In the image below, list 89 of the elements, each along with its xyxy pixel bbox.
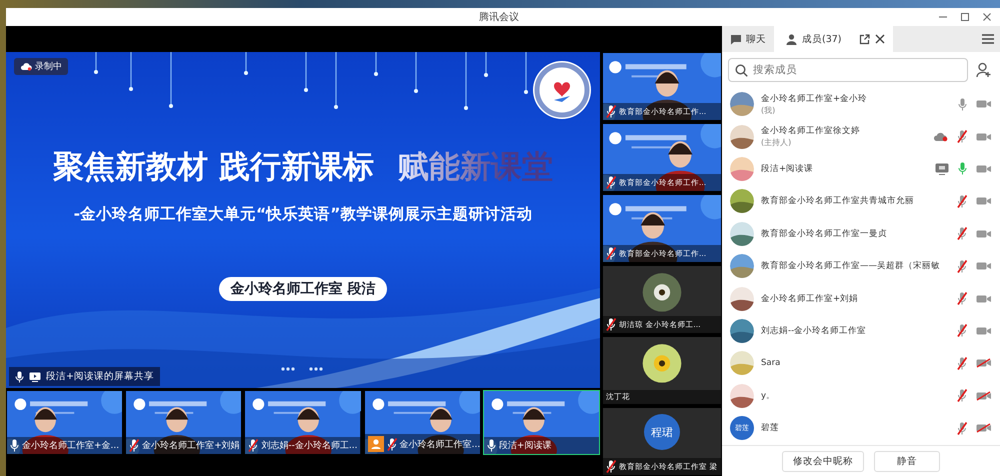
- emblem-icon: [532, 60, 592, 120]
- member-name: 教育部金小玲名师工作室共青城市允丽: [761, 195, 915, 208]
- chat-icon: [730, 34, 742, 44]
- member-name: 金小玲名师工作室+金小玲: [761, 92, 868, 105]
- panel-button[interactable]: 静音: [874, 450, 940, 472]
- presenter-label: 金小玲名师工作室 段洁: [218, 277, 388, 301]
- microphone-icon[interactable]: [958, 98, 967, 111]
- muted-microphone-icon[interactable]: [957, 194, 967, 208]
- add-member-icon[interactable]: [976, 62, 992, 78]
- avatar: [730, 124, 754, 149]
- slide-subtitle: -金小玲名师工作室大单元“快乐英语”教学课例展示主题研讨活动: [74, 204, 532, 225]
- search-field[interactable]: 搜索成员: [728, 58, 968, 82]
- video-tile[interactable]: 刘志娟--金小玲名师工...: [244, 390, 362, 455]
- avatar: [730, 189, 754, 214]
- member-role: (我): [761, 104, 776, 116]
- member-name: 金小玲名师工作室徐文婷: [761, 125, 861, 138]
- member-row[interactable]: 金小玲名师工作室+刘娟: [722, 282, 1000, 315]
- microphone-icon: [15, 370, 24, 382]
- member-name: 金小玲名师工作室+刘娟: [761, 292, 860, 305]
- camera-icon[interactable]: [976, 164, 992, 174]
- participant-name: 刘志娟--金小玲名师工...: [261, 440, 358, 452]
- muted-microphone-icon[interactable]: [957, 227, 967, 240]
- member-row[interactable]: 段洁+阅读课: [722, 152, 1000, 186]
- avatar: [730, 222, 754, 246]
- camera-blocked-icon[interactable]: [976, 423, 992, 434]
- screen-share-icon: [29, 372, 41, 382]
- muted-microphone-icon[interactable]: [957, 324, 967, 338]
- member-name: Sara: [761, 358, 782, 368]
- avatar: [730, 384, 754, 408]
- member-row[interactable]: 教育部金小玲名师工作室一曼贞: [722, 218, 1000, 250]
- member-row[interactable]: y。: [722, 380, 1000, 412]
- member-name: 刘志娟--金小玲名师工作室: [761, 324, 868, 337]
- camera-icon[interactable]: [976, 261, 992, 272]
- participant-name: 金小玲名师工作室...: [400, 438, 480, 450]
- video-tile[interactable]: 金小玲名师工作室...: [364, 390, 481, 455]
- avatar: [730, 318, 754, 343]
- camera-icon[interactable]: [976, 99, 992, 110]
- member-name: y。: [761, 390, 776, 402]
- camera-icon[interactable]: [976, 132, 992, 142]
- camera-icon[interactable]: [976, 196, 992, 206]
- member-role: (主持人): [761, 137, 792, 148]
- camera-blocked-icon[interactable]: [976, 358, 992, 368]
- camera-icon[interactable]: [976, 228, 992, 239]
- cloud-icon: [20, 62, 32, 71]
- search-icon: [735, 64, 748, 76]
- member-row[interactable]: Sara: [722, 347, 1000, 380]
- recording-badge[interactable]: 录制中: [14, 58, 68, 75]
- member-row[interactable]: 教育部金小玲名师工作室共青城市允丽: [722, 185, 1000, 218]
- share-label-text: 段洁+阅读课的屏幕共享: [46, 370, 154, 383]
- avatar: [730, 92, 754, 116]
- muted-microphone-icon[interactable]: [957, 356, 967, 370]
- participant-name: 金小玲名师工作室+金...: [22, 440, 120, 452]
- menu-icon[interactable]: [982, 34, 994, 44]
- video-tile[interactable]: 金小玲名师工作室+金...: [6, 390, 124, 455]
- avatar: 程珺: [644, 414, 680, 450]
- avatar: [730, 286, 754, 311]
- camera-blocked-icon[interactable]: [976, 390, 992, 401]
- participant-name: 金小玲名师工作室+刘娟: [142, 440, 240, 452]
- close-icon[interactable]: [874, 34, 885, 44]
- video-tile[interactable]: 段洁+阅读课: [482, 390, 600, 455]
- panel-tab[interactable]: 成员(37): [774, 26, 893, 52]
- member-name: 教育部金小玲名师工作室——吴超群（宋丽敏: [761, 260, 941, 272]
- participant-name: 段洁+阅读课: [498, 440, 552, 452]
- avatar: [730, 254, 754, 278]
- member-name: 教育部金小玲名师工作室一曼贞: [761, 228, 888, 240]
- member-row[interactable]: 金小玲名师工作室徐文婷 (主持人): [722, 120, 1000, 153]
- camera-icon[interactable]: [976, 294, 992, 304]
- window-title: 腾讯会议: [478, 10, 520, 24]
- pop-out-icon[interactable]: [858, 34, 870, 44]
- panel-button[interactable]: 修改会中昵称: [782, 450, 864, 472]
- member-name: 段洁+阅读课: [761, 162, 814, 175]
- muted-microphone-icon[interactable]: [957, 422, 967, 435]
- member-row[interactable]: 教育部金小玲名师工作室——吴超群（宋丽敏: [722, 250, 1000, 282]
- muted-microphone-icon[interactable]: [957, 260, 967, 273]
- video-tile[interactable]: 金小玲名师工作室+刘娟: [125, 390, 242, 455]
- person-icon: [786, 34, 797, 44]
- muted-microphone-icon[interactable]: [957, 389, 967, 402]
- member-row[interactable]: 金小玲名师工作室+金小玲 (我): [722, 88, 1000, 120]
- member-row[interactable]: 刘志娟--金小玲名师工作室: [722, 314, 1000, 348]
- muted-microphone-icon[interactable]: [957, 130, 967, 144]
- panel-tab[interactable]: 聊天: [722, 26, 774, 52]
- close-icon[interactable]: [982, 12, 992, 22]
- member-name: 碧莲: [761, 422, 780, 434]
- muted-microphone-icon[interactable]: [957, 292, 967, 306]
- avatar: [730, 351, 754, 376]
- avatar: [730, 156, 754, 181]
- camera-icon[interactable]: [976, 326, 992, 336]
- slide-title: 聚焦新教材 践行新课标 赋能新课堂: [53, 148, 553, 187]
- maximize-icon[interactable]: [960, 12, 970, 22]
